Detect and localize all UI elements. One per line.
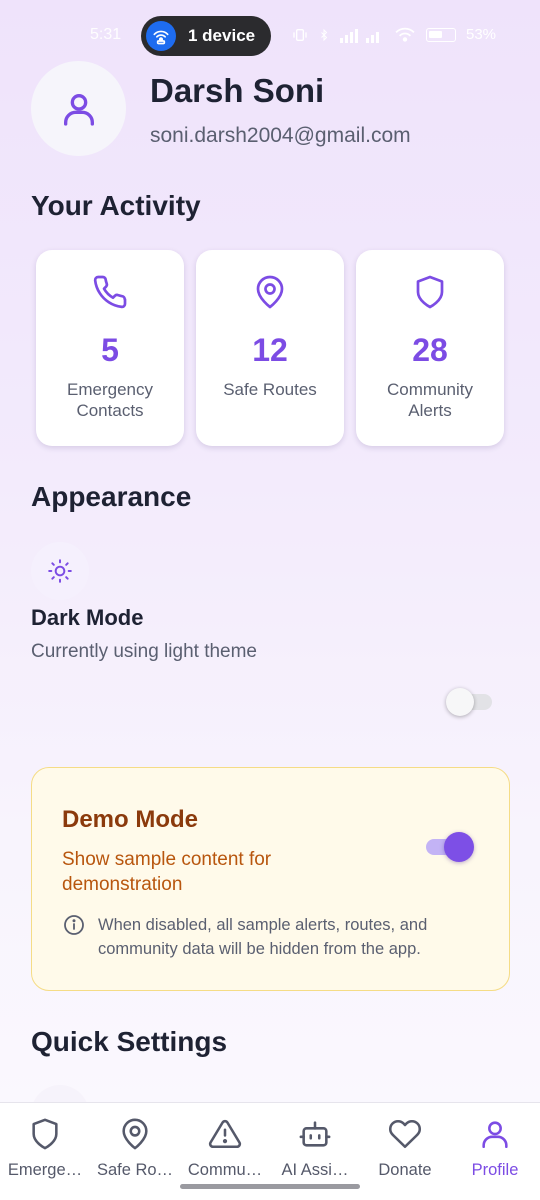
info-icon <box>64 915 84 935</box>
status-icons: 53% <box>292 26 496 43</box>
profile-email: soni.darsh2004@gmail.com <box>150 124 411 147</box>
activity-card-community-alerts[interactable]: 28 Community Alerts <box>356 250 504 446</box>
shield-icon <box>416 275 444 309</box>
activity-card-safe-routes[interactable]: 12 Safe Routes <box>196 250 344 446</box>
hotspot-icon <box>146 21 176 51</box>
hotspot-label: 1 device <box>188 26 256 45</box>
safe-routes-label: Safe Routes <box>223 380 317 399</box>
avatar[interactable] <box>31 61 126 156</box>
dark-mode-toggle[interactable] <box>446 687 494 717</box>
demo-mode-card: Demo Mode Show sample content for demons… <box>31 767 510 991</box>
user-icon <box>482 1121 508 1149</box>
wifi-icon <box>395 27 415 42</box>
map-pin-icon <box>122 1118 148 1150</box>
quick-settings-section-title: Quick Settings <box>31 1026 228 1057</box>
nav-tab-donate[interactable]: Donate <box>360 1103 450 1200</box>
activity-card-emergency-contacts[interactable]: 5 Emergency Contacts <box>36 250 184 446</box>
status-time: 5:31 <box>90 26 122 43</box>
nav-label: Donate <box>378 1161 432 1179</box>
demo-mode-toggle[interactable] <box>426 831 476 863</box>
home-indicator[interactable] <box>180 1184 360 1189</box>
vibrate-icon <box>293 28 307 41</box>
hotspot-pill[interactable]: 1 device <box>141 16 271 56</box>
nav-label: Safe Ro… <box>96 1161 174 1179</box>
demo-mode-title: Demo Mode <box>62 806 199 833</box>
bluetooth-icon <box>321 28 328 41</box>
phone-icon <box>93 275 127 309</box>
nav-label: AI Assi… <box>281 1161 349 1179</box>
battery-icon <box>426 27 456 42</box>
nav-label: Commu… <box>187 1161 263 1179</box>
battery-percent: 53% <box>466 26 497 43</box>
community-alerts-count: 28 <box>412 332 448 368</box>
appearance-section-title: Appearance <box>31 481 192 512</box>
bot-icon <box>299 1121 331 1147</box>
dark-mode-title: Dark Mode <box>31 605 144 630</box>
user-icon <box>63 93 94 126</box>
signal-icon <box>340 28 379 43</box>
nav-label: Emerge… <box>7 1161 83 1179</box>
alert-triangle-icon <box>208 1119 242 1149</box>
demo-mode-subtitle: Show sample content for demonstration <box>62 849 272 895</box>
nav-tab-emergency[interactable]: Emerge… <box>0 1103 90 1200</box>
demo-mode-info: When disabled, all sample alerts, routes… <box>98 916 428 958</box>
emergency-contacts-label: Emergency Contacts <box>67 380 153 420</box>
dark-mode-subtitle: Currently using light theme <box>31 641 257 662</box>
nav-label: Profile <box>471 1161 519 1179</box>
shield-icon <box>32 1118 58 1150</box>
safe-routes-count: 12 <box>252 332 288 368</box>
nav-tab-profile[interactable]: Profile <box>450 1103 540 1200</box>
activity-section-title: Your Activity <box>31 190 201 221</box>
heart-icon <box>388 1119 422 1149</box>
sun-icon <box>48 559 72 583</box>
map-pin-icon <box>256 275 284 309</box>
community-alerts-label: Community Alerts <box>387 380 473 420</box>
profile-name: Darsh Soni <box>150 72 325 109</box>
dark-mode-icon-badge <box>31 542 89 600</box>
nav-tab-safe-routes[interactable]: Safe Ro… <box>90 1103 180 1200</box>
emergency-contacts-count: 5 <box>101 332 119 368</box>
